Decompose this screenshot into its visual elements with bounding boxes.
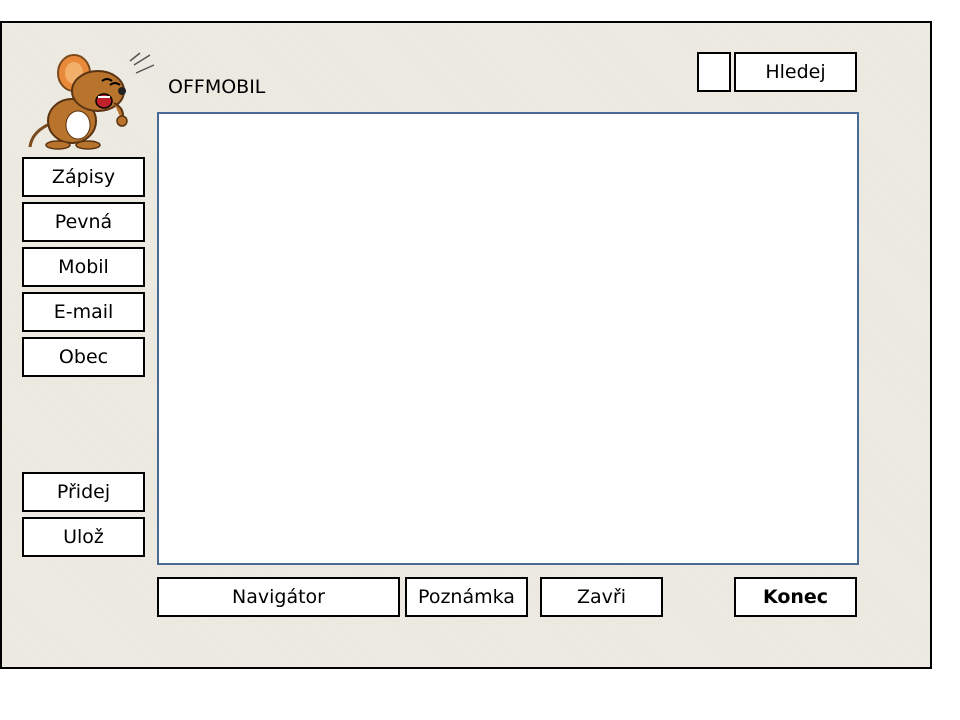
cartoon-mouse-icon [28, 52, 155, 150]
sidebar-item-pevna[interactable]: Pevná [22, 202, 145, 242]
search-checkbox[interactable] [697, 52, 731, 92]
end-button[interactable]: Konec [734, 577, 857, 617]
close-button[interactable]: Zavři [540, 577, 663, 617]
search-button[interactable]: Hledej [734, 52, 857, 92]
sidebar-item-mobil[interactable]: Mobil [22, 247, 145, 287]
save-button[interactable]: Ulož [22, 517, 145, 557]
note-button[interactable]: Poznámka [405, 577, 528, 617]
app-window: OFFMOBIL Hledej Zápisy Pevná Mobil E-mai… [0, 21, 932, 669]
app-title: OFFMOBIL [168, 76, 266, 98]
navigator-button[interactable]: Navigátor [157, 577, 400, 617]
add-button[interactable]: Přidej [22, 472, 145, 512]
sidebar-item-obec[interactable]: Obec [22, 337, 145, 377]
sidebar-item-email[interactable]: E-mail [22, 292, 145, 332]
content-area[interactable] [157, 112, 859, 565]
sidebar-item-zapisy[interactable]: Zápisy [22, 157, 145, 197]
